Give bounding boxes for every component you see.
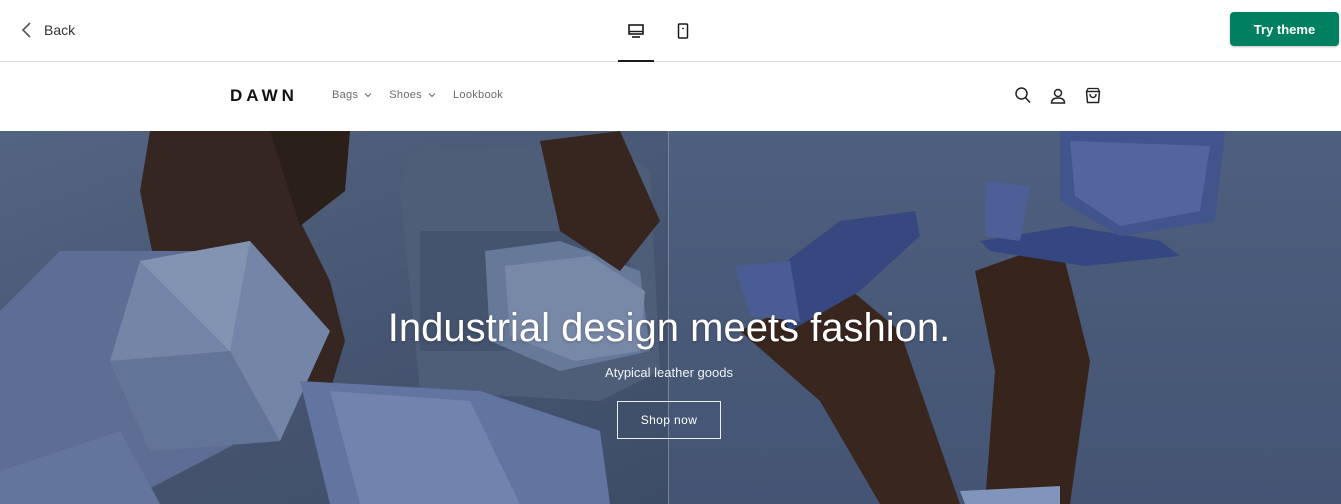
search-icon: [1015, 87, 1031, 104]
cart-icon: [1085, 87, 1101, 104]
try-theme-button[interactable]: Try theme: [1230, 12, 1339, 46]
nav-item-label: Shoes: [389, 89, 422, 101]
preview-toolbar: Back Try theme: [0, 0, 1341, 62]
chevron-left-icon: [21, 22, 31, 38]
desktop-icon: [628, 24, 644, 38]
store-logo[interactable]: DAWN: [230, 86, 298, 106]
chevron-down-icon: [428, 93, 436, 98]
hero-title: Industrial design meets fashion.: [387, 306, 951, 350]
back-label: Back: [44, 22, 76, 38]
hero-banner: Industrial design meets fashion. Atypica…: [0, 131, 1341, 504]
hero-subtitle: Atypical leather goods: [605, 365, 733, 380]
nav-item-label: Lookbook: [452, 89, 504, 101]
device-switcher: [618, 0, 701, 62]
account-icon: [1050, 88, 1066, 104]
mobile-icon: [677, 23, 689, 39]
nav-item-bags[interactable]: Bags: [332, 89, 372, 101]
nav-item-shoes[interactable]: Shoes: [389, 89, 436, 101]
back-button[interactable]: Back: [20, 18, 75, 42]
desktop-view-button[interactable]: [618, 0, 654, 62]
cart-button[interactable]: [1084, 86, 1102, 105]
shop-now-button[interactable]: Shop now: [617, 401, 721, 439]
nav-item-label: Bags: [332, 89, 359, 101]
mobile-view-button[interactable]: [665, 0, 701, 62]
chevron-down-icon: [364, 93, 372, 98]
search-button[interactable]: [1014, 86, 1032, 105]
store-header: DAWN Bags Shoes Lookbook: [0, 62, 1341, 131]
nav-item-lookbook[interactable]: Lookbook: [453, 89, 503, 101]
header-icons: [1014, 86, 1102, 105]
hero-content: Industrial design meets fashion. Atypica…: [0, 131, 1341, 504]
main-nav: Bags Shoes Lookbook: [332, 89, 503, 101]
account-button[interactable]: [1049, 86, 1067, 105]
